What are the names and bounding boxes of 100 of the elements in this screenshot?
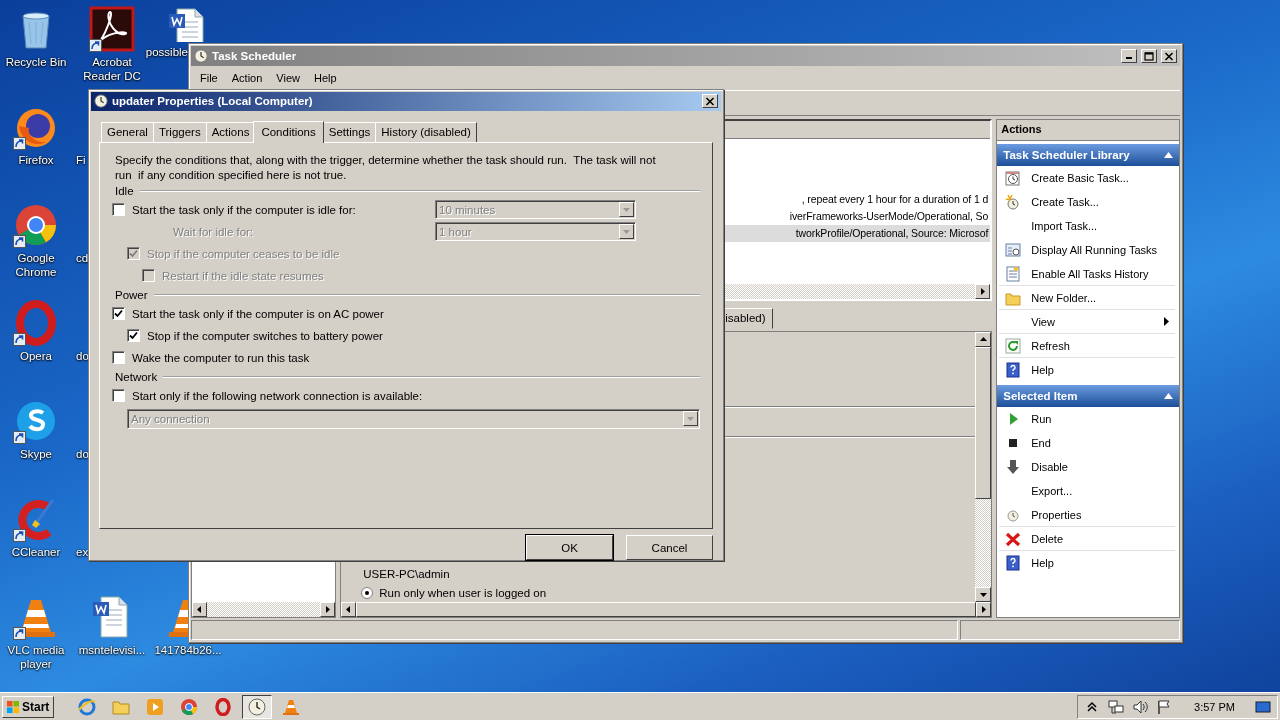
icon-label[interactable]: Google Chrome [0, 251, 74, 279]
checkbox[interactable] [112, 307, 125, 321]
minimize-button[interactable] [1121, 49, 1137, 63]
command-link[interactable]: Import Task... [999, 214, 1175, 238]
icon-label[interactable]: Firefox [18, 153, 54, 167]
command-link[interactable]: New Folder... [999, 286, 1175, 310]
description-text: Specify the conditions that, along with the trigger, determine whether the task should run. The task will not run if any condition specified here is not true. [114, 152, 657, 183]
checkbox[interactable] [112, 203, 125, 217]
command-link[interactable]: Refresh [999, 334, 1175, 358]
group-title: Idle [115, 184, 134, 197]
icon-label[interactable]: Fi [74, 153, 86, 167]
close-button[interactable] [1161, 49, 1177, 63]
horizontal-scrollbar[interactable] [341, 602, 992, 617]
command-link[interactable]: Create Task... [999, 190, 1175, 214]
command-link[interactable]: End [999, 431, 1175, 455]
clock-icon [194, 49, 208, 63]
window-list-icon [1005, 242, 1022, 258]
clock-time[interactable]: 3:57 PM [1194, 700, 1235, 713]
pdf-icon[interactable] [89, 6, 135, 52]
command-link[interactable]: Properties [999, 503, 1175, 527]
group-title: Network [115, 370, 158, 383]
command-link[interactable]: Display All Running Tasks [999, 238, 1175, 262]
left-arrow-icon [345, 606, 353, 613]
right-arrow-icon [979, 288, 987, 295]
menu-item[interactable]: File [193, 70, 225, 86]
tab[interactable]: Actions [205, 121, 256, 142]
icon-label[interactable]: VLC media player [0, 643, 74, 671]
icon-label[interactable]: Skype [20, 447, 52, 461]
tab[interactable]: Triggers [152, 121, 207, 142]
checkbox[interactable] [112, 389, 125, 403]
checkbox[interactable] [112, 351, 125, 365]
icon-label[interactable]: Opera [20, 349, 52, 363]
command-link[interactable]: Enable All Tasks History [999, 262, 1175, 286]
network-icon[interactable] [1108, 698, 1125, 715]
list-row[interactable]: iverFrameworks-UserMode/Operational, So [789, 208, 991, 225]
radio-label: Run only when user is logged on [379, 587, 547, 599]
checkbox-label: Start the task only if the computer is idle for: [132, 203, 356, 216]
checkbox[interactable] [127, 329, 140, 343]
maximize-button[interactable] [1141, 49, 1157, 63]
show-desktop-icon[interactable] [1255, 698, 1271, 715]
list-row[interactable]: , repeat every 1 hour for a duration of 1 d [801, 191, 991, 208]
right-arrow-icon [980, 606, 988, 613]
icon-label[interactable]: Recycle Bin [5, 55, 67, 69]
command-link[interactable]: Help [999, 551, 1175, 575]
checkmark-icon [129, 331, 138, 341]
author-value: USER-PC\admin [362, 567, 451, 582]
tricolor-circle-icon[interactable] [13, 202, 59, 248]
list-icon [1005, 265, 1022, 282]
menu-item[interactable]: Help [306, 70, 344, 86]
icon-label[interactable]: possible [145, 45, 188, 59]
icon-label[interactable]: CCleaner [11, 545, 61, 559]
icon-label[interactable]: do [74, 349, 89, 363]
vertical-scrollbar[interactable] [975, 332, 992, 602]
checkbox-label: Wake the computer to run this task [132, 351, 310, 364]
command-link[interactable]: Help [999, 358, 1175, 382]
cancel-button[interactable]: Cancel [626, 535, 713, 560]
down-arrow-icon [979, 591, 987, 598]
menu-item[interactable]: View [269, 70, 307, 86]
icon-label[interactable]: ex [74, 545, 89, 559]
checkbox-label: Restart if the idle state resumes [162, 269, 324, 282]
horizontal-scrollbar[interactable] [192, 602, 336, 617]
section-header[interactable]: Selected Item [997, 385, 1179, 407]
tab[interactable]: General [101, 121, 154, 142]
down-arrow-icon [1005, 459, 1022, 475]
radio-button[interactable] [361, 587, 374, 599]
checkmark-icon [114, 309, 123, 319]
taskbar-button[interactable] [242, 694, 272, 719]
speaker-icon[interactable] [1132, 698, 1149, 715]
icon-label[interactable]: msntelevisi... [78, 643, 146, 657]
caret-up-icon [1164, 152, 1173, 158]
menu-item[interactable]: Action [224, 70, 270, 86]
help-icon [1005, 555, 1022, 571]
command-link[interactable]: Create Basic Task... [999, 166, 1175, 190]
ring-icon[interactable] [13, 300, 59, 346]
ring-icon [214, 697, 232, 716]
icon-label[interactable]: cd [74, 251, 89, 265]
clock-icon [248, 697, 266, 716]
tab[interactable]: Conditions [253, 120, 324, 143]
command-link[interactable]: Delete [999, 527, 1175, 551]
clock-icon [94, 94, 108, 109]
start-button[interactable]: Start [2, 695, 54, 718]
icon-label[interactable]: 141784b26... [154, 643, 222, 657]
pane-title: Actions [997, 120, 1179, 141]
tab[interactable]: History (disabled) [375, 121, 477, 142]
right-arrow-icon [324, 606, 332, 613]
command-link[interactable]: View [999, 310, 1175, 334]
command-link[interactable]: Export... [999, 479, 1175, 503]
ok-button[interactable]: OK [526, 535, 613, 560]
flag-icon[interactable] [1156, 698, 1173, 715]
field-label: Wait for idle for: [173, 225, 254, 238]
command-link[interactable]: Run [999, 407, 1175, 431]
traffic-cone-icon [282, 697, 300, 716]
section-header[interactable]: Task Scheduler Library [997, 144, 1179, 166]
icon-label[interactable]: do [74, 447, 89, 461]
left-arrow-icon [196, 606, 203, 613]
up-arrow-icon [979, 336, 987, 343]
close-button[interactable] [702, 94, 718, 109]
command-link[interactable]: Disable [999, 455, 1175, 479]
tricolor-circle-icon [180, 697, 198, 716]
checkbox-label: Stop if the computer ceases to be idle [147, 247, 340, 260]
